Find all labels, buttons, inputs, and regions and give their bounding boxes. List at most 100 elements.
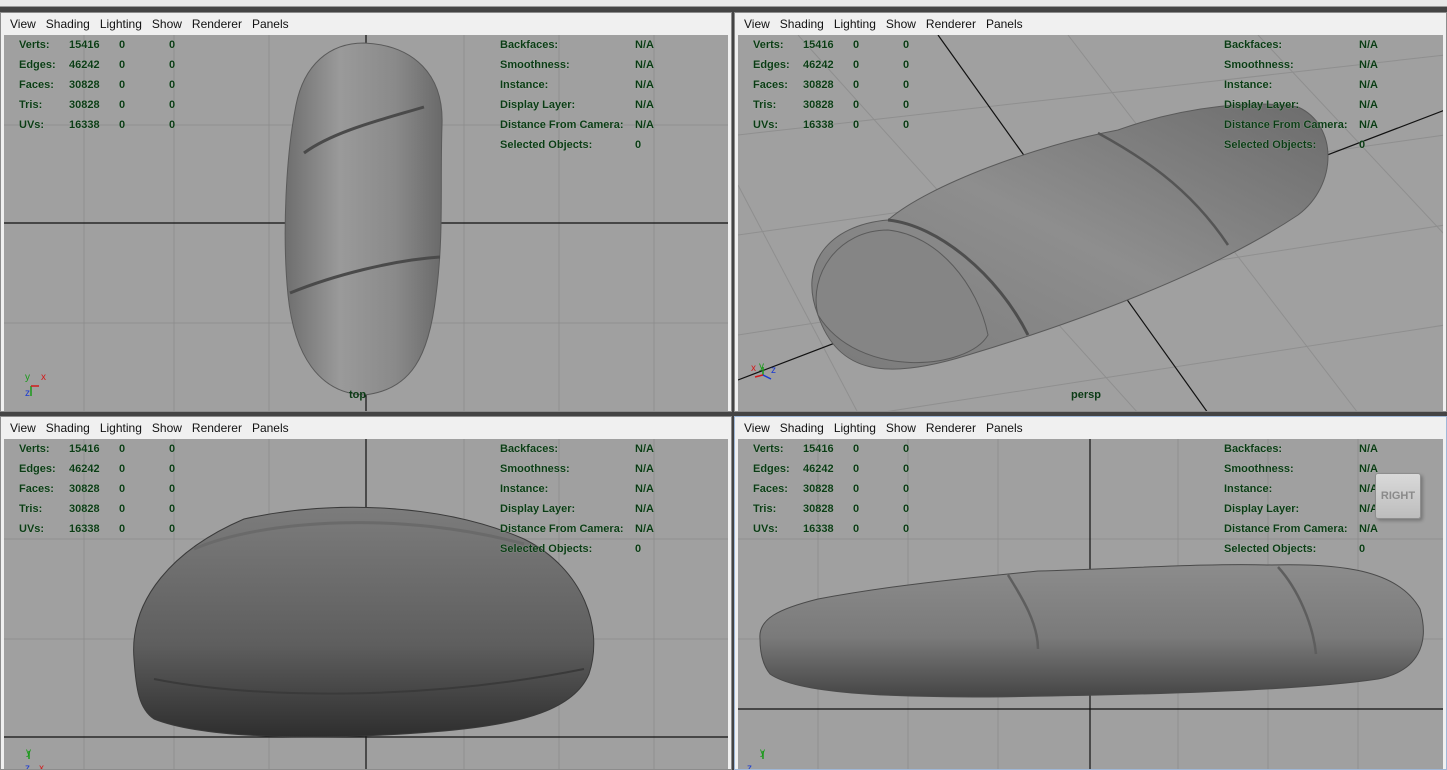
hud-value: 0 (1359, 543, 1366, 555)
hud-value: 0 (169, 79, 176, 91)
hud-value: 16338 (803, 523, 834, 535)
object-info-hud: Backfaces: N/A Smoothness: N/A Instance: N/… (500, 439, 675, 559)
hud-value: 0 (853, 463, 860, 475)
axis-gizmo-icon: x y z (749, 359, 785, 394)
hud-label: Verts: (19, 39, 50, 51)
menu-shading[interactable]: Shading (41, 13, 95, 35)
hud-label: Instance: (500, 79, 549, 91)
hud-value: 0 (903, 99, 910, 111)
poly-count-hud: Verts: 15416 0 0 Edges: 46242 0 0 Faces: 30828 0… (753, 35, 933, 135)
hud-label: Distance From Camera: (500, 119, 624, 131)
menu-view[interactable]: View (739, 417, 775, 439)
hud-label: Instance: (1224, 79, 1273, 91)
menu-lighting[interactable]: Lighting (95, 13, 147, 35)
hud-label: Instance: (1224, 483, 1273, 495)
menu-panels[interactable]: Panels (247, 13, 294, 35)
viewport-top[interactable]: View Shading Lighting Show Renderer Pane… (0, 12, 732, 412)
hud-value: 46242 (69, 463, 100, 475)
hud-label: Display Layer: (500, 99, 576, 111)
hud-value: N/A (1359, 99, 1378, 111)
menu-lighting[interactable]: Lighting (95, 417, 147, 439)
hud-value: 0 (119, 523, 126, 535)
menu-renderer[interactable]: Renderer (187, 417, 247, 439)
hud-value: N/A (1359, 79, 1378, 91)
hud-label: Smoothness: (1224, 59, 1294, 71)
hud-value: N/A (1359, 443, 1378, 455)
menu-show[interactable]: Show (881, 13, 921, 35)
hud-label: Backfaces: (500, 443, 559, 455)
hud-value: 46242 (803, 59, 834, 71)
menu-panels[interactable]: Panels (981, 417, 1028, 439)
hud-value: N/A (635, 483, 654, 495)
viewport-side[interactable]: View Shading Lighting Show Renderer Pane… (734, 416, 1447, 770)
hud-label: Edges: (753, 59, 790, 71)
hud-value: 0 (169, 119, 176, 131)
menu-view[interactable]: View (739, 13, 775, 35)
menu-lighting[interactable]: Lighting (829, 417, 881, 439)
hud-label: Smoothness: (1224, 463, 1294, 475)
menu-panels[interactable]: Panels (247, 417, 294, 439)
hud-value: 0 (169, 503, 176, 515)
hud-label: Distance From Camera: (1224, 119, 1348, 131)
menu-shading[interactable]: Shading (775, 417, 829, 439)
hud-value: N/A (635, 119, 654, 131)
hud-value: 30828 (69, 503, 100, 515)
menu-show[interactable]: Show (147, 417, 187, 439)
menu-view[interactable]: View (5, 417, 41, 439)
hud-value: N/A (635, 39, 654, 51)
hud-label: Distance From Camera: (1224, 523, 1348, 535)
hud-label: Tris: (753, 99, 777, 111)
menu-panels[interactable]: Panels (981, 13, 1028, 35)
axis-y-label: y (759, 361, 764, 372)
menu-shading[interactable]: Shading (41, 417, 95, 439)
hud-value: N/A (635, 503, 654, 515)
viewport-menu-bar: View Shading Lighting Show Renderer Pane… (735, 417, 1446, 439)
hud-value: 0 (903, 119, 910, 131)
axis-z-label: z (747, 763, 752, 770)
hud-value: 16338 (803, 119, 834, 131)
menu-show[interactable]: Show (881, 417, 921, 439)
axis-y-label: y (26, 747, 31, 758)
viewport-menu-bar: View Shading Lighting Show Renderer Pane… (1, 13, 731, 35)
menu-show[interactable]: Show (147, 13, 187, 35)
viewport-menu-bar: View Shading Lighting Show Renderer Pane… (735, 13, 1446, 35)
hud-value: 0 (169, 99, 176, 111)
menu-shading[interactable]: Shading (775, 13, 829, 35)
menu-lighting[interactable]: Lighting (829, 13, 881, 35)
hud-value: N/A (1359, 523, 1378, 535)
hud-label: Distance From Camera: (500, 523, 624, 535)
menu-renderer[interactable]: Renderer (921, 417, 981, 439)
hud-label: Display Layer: (500, 503, 576, 515)
hud-label: Edges: (19, 463, 56, 475)
axis-x-label: x (751, 363, 756, 374)
viewport-front[interactable]: View Shading Lighting Show Renderer Pane… (0, 416, 732, 770)
hud-label: Faces: (753, 483, 788, 495)
object-info-hud: Backfaces: N/A Smoothness: N/A Instance: N/… (1224, 439, 1399, 559)
axis-x-label: x (39, 763, 44, 770)
hud-value: 0 (1359, 139, 1366, 151)
hud-value: 15416 (803, 443, 834, 455)
hud-label: Instance: (500, 483, 549, 495)
menu-renderer[interactable]: Renderer (187, 13, 247, 35)
menu-renderer[interactable]: Renderer (921, 13, 981, 35)
hud-value: 46242 (69, 59, 100, 71)
hud-label: Smoothness: (500, 59, 570, 71)
hud-value: 0 (119, 119, 126, 131)
hud-value: 16338 (69, 119, 100, 131)
camera-name-label: persp (1071, 389, 1101, 401)
hud-label: UVs: (753, 523, 779, 535)
view-cube[interactable]: RIGHT (1375, 473, 1421, 519)
viewport-persp[interactable]: View Shading Lighting Show Renderer Pane… (734, 12, 1447, 412)
hud-value: 0 (119, 503, 126, 515)
hud-value: 30828 (69, 79, 100, 91)
hud-value: 30828 (803, 99, 834, 111)
hud-value: 0 (119, 39, 126, 51)
hud-value: 0 (169, 523, 176, 535)
poly-count-hud: Verts: 15416 0 0 Edges: 46242 0 0 Faces: 30828 0… (19, 35, 199, 135)
axis-y-label: y (760, 747, 765, 758)
menu-view[interactable]: View (5, 13, 41, 35)
axis-gizmo-icon: y x z (23, 370, 53, 405)
object-info-hud: Backfaces: N/A Smoothness: N/A Instance: N/… (500, 35, 675, 155)
hud-value: 0 (119, 79, 126, 91)
hud-value: N/A (1359, 39, 1378, 51)
